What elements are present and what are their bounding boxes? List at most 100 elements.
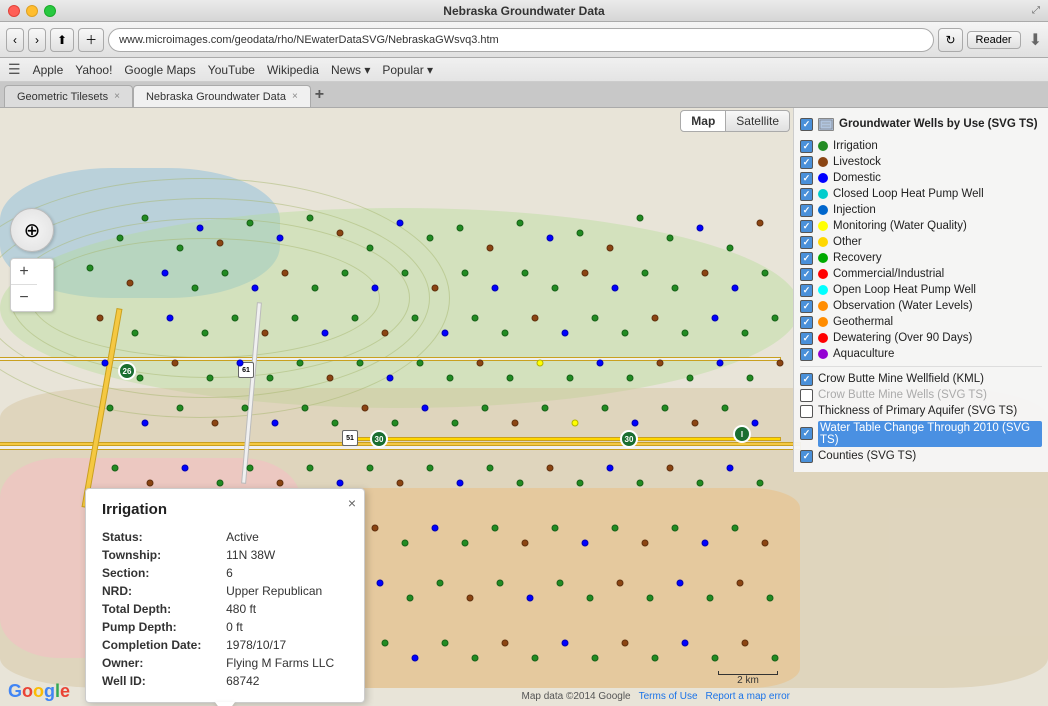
well-dot[interactable] (577, 230, 584, 237)
well-dot[interactable] (682, 640, 689, 647)
well-dot[interactable] (337, 480, 344, 487)
well-dot[interactable] (697, 480, 704, 487)
well-dot[interactable] (162, 270, 169, 277)
well-dot[interactable] (382, 640, 389, 647)
well-dot[interactable] (132, 330, 139, 337)
new-tab-button[interactable]: + (315, 86, 324, 104)
well-dot[interactable] (577, 480, 584, 487)
well-dot[interactable] (307, 215, 314, 222)
well-dot[interactable] (617, 580, 624, 587)
well-dot[interactable] (612, 285, 619, 292)
well-dot[interactable] (412, 315, 419, 322)
well-dot[interactable] (742, 330, 749, 337)
well-dot[interactable] (752, 420, 759, 427)
well-dot[interactable] (517, 480, 524, 487)
legend-item-checkbox[interactable] (800, 236, 813, 249)
well-dot[interactable] (487, 465, 494, 472)
legend-layer-checkbox[interactable] (800, 405, 813, 418)
well-dot[interactable] (702, 270, 709, 277)
well-dot[interactable] (422, 405, 429, 412)
well-dot[interactable] (677, 580, 684, 587)
well-dot[interactable] (217, 480, 224, 487)
well-dot[interactable] (742, 640, 749, 647)
well-dot[interactable] (582, 540, 589, 547)
well-dot[interactable] (712, 315, 719, 322)
well-dot[interactable] (437, 580, 444, 587)
report-link[interactable]: Report a map error (706, 691, 790, 702)
legend-layer-checkbox[interactable] (800, 427, 813, 440)
tab-geometric[interactable]: Geometric Tilesets × (4, 85, 133, 107)
well-dot[interactable] (382, 330, 389, 337)
legend-item-checkbox[interactable] (800, 348, 813, 361)
well-dot[interactable] (512, 420, 519, 427)
compass[interactable]: ⊕ (10, 208, 54, 252)
legend-layer-checkbox[interactable] (800, 450, 813, 463)
well-dot[interactable] (547, 465, 554, 472)
well-dot[interactable] (562, 640, 569, 647)
well-dot[interactable] (357, 360, 364, 367)
legend-item-checkbox[interactable] (800, 300, 813, 313)
well-dot[interactable] (772, 315, 779, 322)
well-dot[interactable] (352, 315, 359, 322)
well-dot[interactable] (142, 420, 149, 427)
well-dot[interactable] (367, 465, 374, 472)
well-dot[interactable] (427, 235, 434, 242)
well-dot[interactable] (707, 595, 714, 602)
well-dot[interactable] (412, 655, 419, 662)
well-dot[interactable] (472, 655, 479, 662)
maximize-button[interactable] (44, 5, 56, 17)
restore-icon[interactable]: ⤢ (1032, 5, 1040, 16)
bookmark-wikipedia[interactable]: Wikipedia (263, 63, 323, 77)
well-dot[interactable] (457, 480, 464, 487)
well-dot[interactable] (557, 580, 564, 587)
well-dot[interactable] (177, 405, 184, 412)
well-dot[interactable] (772, 655, 779, 662)
well-dot[interactable] (462, 270, 469, 277)
bookmark-youtube[interactable]: YouTube (204, 63, 259, 77)
well-dot[interactable] (477, 360, 484, 367)
well-dot[interactable] (112, 465, 119, 472)
well-dot[interactable] (592, 315, 599, 322)
map-type-satellite[interactable]: Satellite (726, 110, 790, 132)
well-dot[interactable] (342, 270, 349, 277)
well-dot[interactable] (267, 375, 274, 382)
well-dot[interactable] (282, 270, 289, 277)
well-dot[interactable] (117, 235, 124, 242)
well-dot[interactable] (757, 480, 764, 487)
map-type-map[interactable]: Map (680, 110, 726, 132)
well-dot[interactable] (402, 270, 409, 277)
well-dot[interactable] (312, 285, 319, 292)
well-dot[interactable] (622, 640, 629, 647)
well-dot[interactable] (182, 465, 189, 472)
well-dot[interactable] (482, 405, 489, 412)
well-dot[interactable] (517, 220, 524, 227)
well-dot[interactable] (662, 405, 669, 412)
well-dot[interactable] (207, 375, 214, 382)
well-dot[interactable] (332, 420, 339, 427)
well-dot[interactable] (387, 375, 394, 382)
well-dot[interactable] (607, 465, 614, 472)
well-dot[interactable] (582, 270, 589, 277)
well-dot[interactable] (747, 375, 754, 382)
well-dot[interactable] (547, 235, 554, 242)
well-dot[interactable] (647, 595, 654, 602)
well-dot[interactable] (532, 655, 539, 662)
well-dot[interactable] (372, 285, 379, 292)
legend-item-checkbox[interactable] (800, 188, 813, 201)
well-dot[interactable] (172, 360, 179, 367)
share-button[interactable]: ⬆ (50, 28, 74, 52)
well-dot[interactable] (657, 360, 664, 367)
well-dot[interactable] (522, 540, 529, 547)
well-dot[interactable] (97, 315, 104, 322)
legend-layer-checkbox[interactable] (800, 389, 813, 402)
well-dot[interactable] (452, 420, 459, 427)
well-dot[interactable] (627, 375, 634, 382)
well-dot[interactable] (587, 595, 594, 602)
well-dot[interactable] (367, 245, 374, 252)
well-dot[interactable] (712, 655, 719, 662)
well-dot[interactable] (87, 265, 94, 272)
legend-item-checkbox[interactable] (800, 316, 813, 329)
well-dot[interactable] (612, 525, 619, 532)
well-dot[interactable] (177, 245, 184, 252)
well-dot[interactable] (102, 360, 109, 367)
